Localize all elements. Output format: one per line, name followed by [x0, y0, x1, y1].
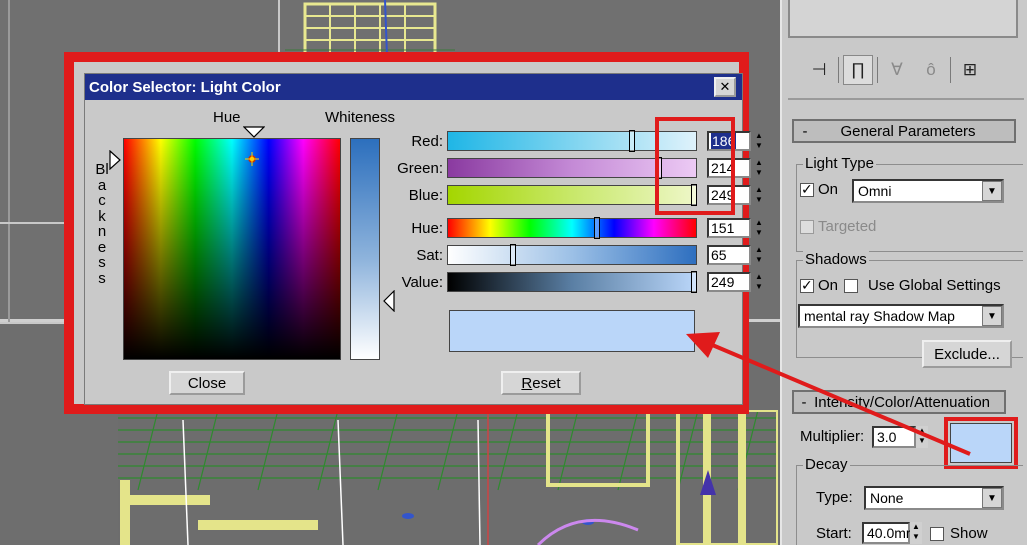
slider-thumb[interactable]	[629, 130, 636, 152]
slider-label: Green:	[397, 159, 443, 177]
use-global-settings-checkbox[interactable]	[844, 278, 859, 293]
slider-row-value: Value: 249 ▲ ▼	[375, 271, 765, 293]
light-type-group: Light Type	[796, 155, 1023, 252]
hand-icon[interactable]: ô	[916, 55, 946, 85]
show-checkbox[interactable]	[930, 526, 944, 541]
slider-thumb[interactable]	[691, 271, 698, 293]
dropdown-value: Omni	[858, 183, 892, 199]
slider-label: Sat:	[416, 246, 443, 264]
slider-label: Hue:	[411, 219, 443, 237]
building-wireframe	[285, 0, 455, 56]
dropdown-value: mental ray Shadow Map	[804, 308, 955, 324]
light-on-checkbox-row[interactable]: On	[800, 181, 838, 198]
annotation-arrow	[686, 332, 971, 456]
close-icon[interactable]: ✕	[714, 77, 736, 97]
checkbox-label: Show	[950, 525, 988, 542]
color-crosshair-icon[interactable]	[245, 152, 259, 166]
light-type-dropdown[interactable]: Omni ▼	[852, 179, 1004, 203]
modify-icon[interactable]: ∏	[843, 55, 873, 85]
whiteness-pointer-icon[interactable]	[383, 290, 395, 312]
chevron-down-icon[interactable]: ▼	[982, 181, 1002, 201]
pin-icon[interactable]: ⊣	[804, 55, 834, 85]
chevron-down-icon[interactable]: ▼	[982, 306, 1002, 326]
color-selector-dialog: Color Selector: Light Color ✕ Hue Whiten…	[84, 73, 763, 405]
slider-label: Red:	[411, 132, 443, 150]
panel-header-box	[788, 0, 1018, 38]
slider-label: Blue:	[408, 186, 443, 204]
close-button[interactable]: Close	[169, 371, 245, 395]
spinner-arrows-icon[interactable]: ▲ ▼	[753, 158, 765, 178]
decay-start-spinner[interactable]: 40.0mr ▲ ▼	[862, 522, 922, 544]
tab-separator	[877, 57, 878, 83]
spinner-arrows-icon[interactable]: ▲ ▼	[910, 522, 922, 544]
group-title: Light Type	[803, 155, 876, 172]
slider-value-text: 249	[711, 274, 735, 290]
checkbox-label: Use Global Settings	[868, 277, 1001, 294]
hue-pointer-icon[interactable]	[243, 126, 265, 138]
show-checkbox-row[interactable]: Show	[930, 525, 988, 542]
panel-tab-bar: ⊣ ∏ ∀ ô ⊞	[782, 48, 1027, 92]
hue-label: Hue	[213, 109, 241, 126]
reset-label: eset	[532, 374, 561, 392]
checkbox-label: On	[818, 277, 839, 294]
shadows-on-checkbox-row[interactable]: On Use Global Settings	[800, 277, 1001, 294]
decay-type-dropdown[interactable]: None ▼	[864, 486, 1004, 510]
slider-value-input[interactable]: 151	[707, 218, 751, 238]
slider-thumb[interactable]	[594, 217, 601, 239]
slider-track[interactable]	[447, 271, 698, 293]
settings-icon[interactable]: ⊞	[955, 55, 985, 85]
spinner-arrows-icon[interactable]: ▲ ▼	[753, 272, 765, 292]
blackness-label: Blackness	[95, 161, 109, 287]
whiteness-label: Whiteness	[325, 109, 396, 126]
slider-value-input[interactable]: 65	[707, 245, 751, 265]
rgb-values-highlight	[655, 117, 735, 215]
slider-track[interactable]	[447, 217, 697, 239]
decay-start-input[interactable]: 40.0mr	[862, 522, 911, 544]
slider-track[interactable]	[447, 244, 697, 266]
shadows-on-checkbox[interactable]	[800, 277, 814, 294]
hue-blackness-picker[interactable]	[123, 138, 341, 360]
blackness-pointer-icon[interactable]	[109, 150, 121, 170]
dialog-titlebar[interactable]: Color Selector: Light Color ✕	[85, 74, 742, 100]
slider-thumb[interactable]	[510, 244, 516, 266]
decay-type-label: Type:	[816, 489, 853, 506]
spinner-arrows-icon[interactable]: ▲ ▼	[753, 245, 765, 265]
slider-value-text: 151	[711, 220, 735, 236]
targeted-checkbox-row[interactable]: Targeted	[800, 218, 876, 235]
color-preview-swatch	[449, 310, 695, 352]
spinner-arrows-icon[interactable]: ▲ ▼	[753, 185, 765, 205]
slider-row-hue: Hue: 151 ▲ ▼	[375, 217, 765, 239]
checkbox-label: Targeted	[818, 218, 877, 235]
shadow-type-dropdown[interactable]: mental ray Shadow Map ▼	[798, 304, 1004, 328]
spinner-arrows-icon[interactable]: ▲ ▼	[753, 131, 765, 151]
targeted-checkbox[interactable]	[800, 219, 814, 234]
tab-separator	[950, 57, 951, 83]
reset-button[interactable]: Reset	[501, 371, 581, 395]
rollout-title: General Parameters	[840, 122, 976, 140]
spinner-arrows-icon[interactable]: ▲ ▼	[753, 218, 765, 238]
reset-hotkey: R	[521, 374, 533, 392]
slider-value-text: 65	[711, 247, 727, 263]
light-on-checkbox[interactable]	[800, 181, 814, 198]
panel-divider	[788, 98, 1024, 100]
decay-start-label: Start:	[816, 525, 852, 542]
slider-row-sat: Sat: 65 ▲ ▼	[375, 244, 765, 266]
general-parameters-rollout[interactable]: - General Parameters	[792, 119, 1016, 143]
dialog-title: Color Selector: Light Color	[89, 78, 281, 96]
tab-separator	[838, 57, 839, 83]
fork-icon[interactable]: ∀	[882, 55, 912, 85]
dropdown-value: None	[870, 490, 904, 506]
floor-grid	[118, 410, 778, 545]
checkbox-label: On	[818, 181, 839, 198]
group-title: Shadows	[803, 251, 869, 268]
slider-value-input[interactable]: 249	[707, 272, 751, 292]
chevron-down-icon[interactable]: ▼	[982, 488, 1002, 508]
slider-label: Value:	[401, 273, 443, 291]
collapse-icon: -	[802, 122, 808, 140]
